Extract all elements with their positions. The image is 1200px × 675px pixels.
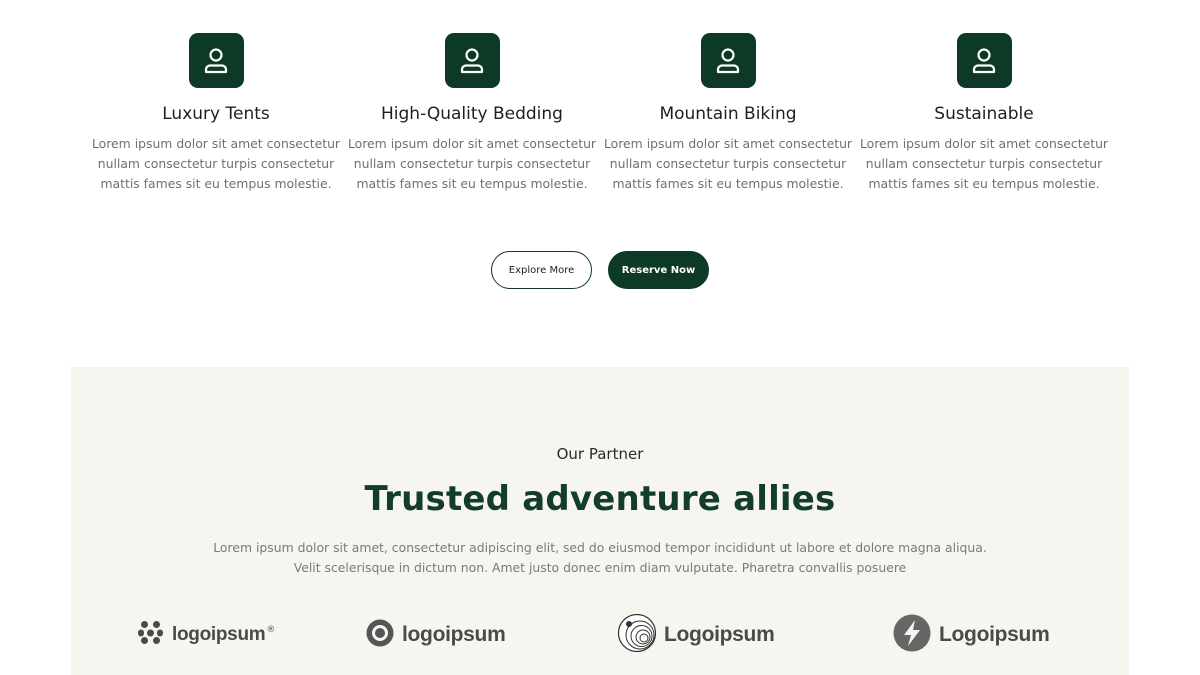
feature-description: Lorem ipsum dolor sit amet consectetur n… bbox=[347, 136, 597, 191]
description-line: Velit scelerisque in dictum non. Amet ju… bbox=[293, 560, 907, 575]
ring-logo-icon bbox=[366, 619, 394, 651]
explore-more-button[interactable]: Explore More bbox=[491, 251, 592, 289]
feature-card: Sustainable Lorem ipsum dolor sit amet c… bbox=[856, 33, 1112, 218]
bolt-logo-icon bbox=[893, 614, 931, 656]
molecule-logo-icon bbox=[138, 620, 164, 650]
partners-section: Our Partner Trusted adventure allies Lor… bbox=[71, 367, 1129, 675]
feature-description: Lorem ipsum dolor sit amet consectetur n… bbox=[859, 136, 1109, 191]
description-line: Lorem ipsum dolor sit amet, consectetur … bbox=[213, 540, 987, 555]
sphere-logo-icon bbox=[617, 613, 657, 656]
registered-mark: ® bbox=[266, 625, 276, 635]
feature-card: High-Quality Bedding Lorem ipsum dolor s… bbox=[344, 33, 600, 218]
partner-logo[interactable]: Logoipsum bbox=[893, 614, 1050, 656]
feature-description: Lorem ipsum dolor sit amet consectetur n… bbox=[603, 136, 853, 191]
partner-logo[interactable]: logoipsum ® bbox=[138, 614, 275, 656]
user-icon bbox=[700, 33, 756, 88]
feature-title: Mountain Biking bbox=[659, 104, 797, 124]
section-description: Lorem ipsum dolor sit amet, consectetur … bbox=[191, 538, 1009, 578]
features-section: Luxury Tents Lorem ipsum dolor sit amet … bbox=[88, 33, 1112, 218]
feature-title: High-Quality Bedding bbox=[381, 104, 563, 124]
logo-wordmark: logoipsum bbox=[172, 624, 266, 645]
feature-card: Mountain Biking Lorem ipsum dolor sit am… bbox=[600, 33, 856, 218]
user-icon bbox=[444, 33, 500, 88]
partner-logos: logoipsum ® logoipsum Logoipsum Logoipsu… bbox=[71, 613, 1129, 656]
logo-wordmark: logoipsum bbox=[402, 623, 506, 646]
feature-title: Sustainable bbox=[934, 104, 1034, 124]
feature-card: Luxury Tents Lorem ipsum dolor sit amet … bbox=[88, 33, 344, 218]
feature-title: Luxury Tents bbox=[162, 104, 270, 124]
reserve-now-button[interactable]: Reserve Now bbox=[608, 251, 709, 289]
partner-logo[interactable]: Logoipsum bbox=[617, 613, 775, 656]
logo-wordmark: Logoipsum bbox=[664, 623, 775, 646]
section-title: Trusted adventure allies bbox=[364, 479, 836, 519]
logo-wordmark: Logoipsum bbox=[939, 623, 1050, 646]
partner-logo[interactable]: logoipsum bbox=[366, 614, 506, 656]
cta-buttons: Explore More Reserve Now bbox=[0, 251, 1200, 289]
user-icon bbox=[956, 33, 1012, 88]
section-eyebrow: Our Partner bbox=[556, 445, 644, 463]
user-icon bbox=[188, 33, 244, 88]
feature-description: Lorem ipsum dolor sit amet consectetur n… bbox=[91, 136, 341, 191]
